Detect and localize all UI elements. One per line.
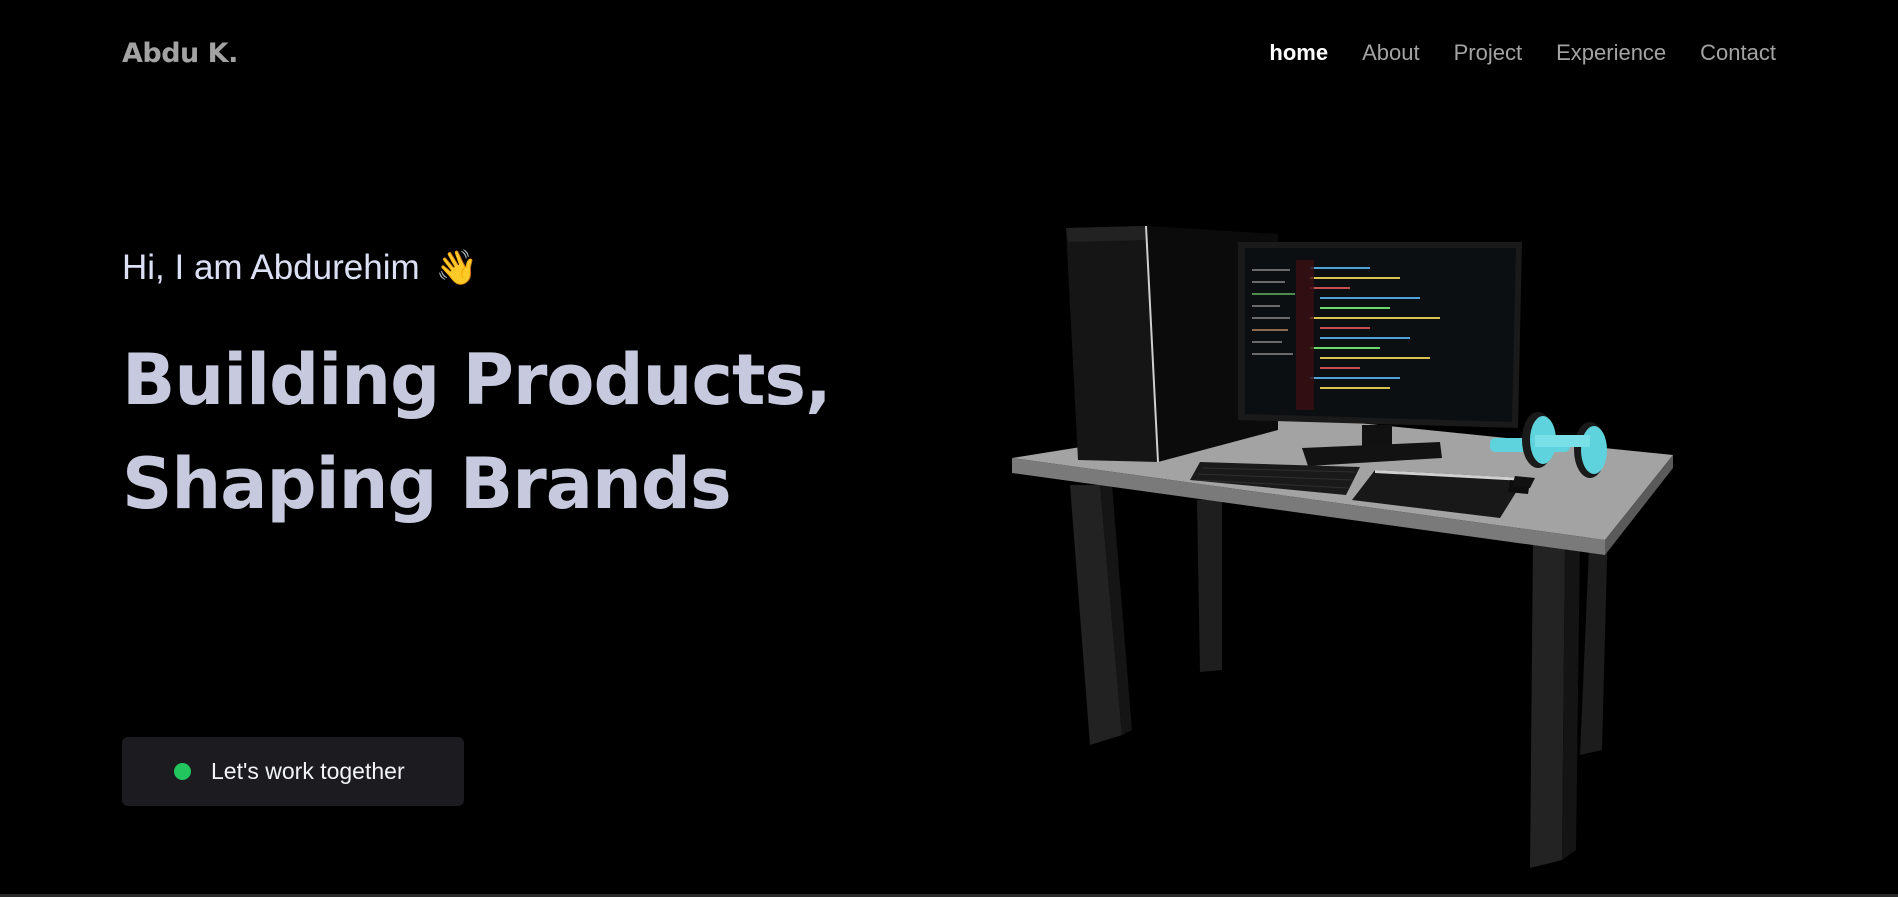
pc-tower-icon [1066, 226, 1158, 462]
headline-line-1: Building Products, [122, 339, 832, 421]
greeting-text: Hi, I am Abdurehim [122, 248, 420, 287]
nav-experience[interactable]: Experience [1556, 40, 1666, 66]
nav-about[interactable]: About [1362, 40, 1420, 66]
hero-headline: Building Products, Shaping Brands [122, 328, 832, 536]
nav-home[interactable]: home [1269, 40, 1328, 66]
nav-project[interactable]: Project [1454, 40, 1522, 66]
desk-leg-back-left [1197, 500, 1222, 672]
nav-contact[interactable]: Contact [1700, 40, 1776, 66]
headline-line-2: Shaping Brands [122, 443, 732, 525]
cta-label: Let's work together [211, 758, 405, 784]
waving-hand-icon: 👋 [435, 249, 478, 287]
desk-setup-illustration [1012, 225, 1673, 868]
portfolio-page: Abdu K. home About Project Experience Co… [0, 0, 1898, 897]
work-together-button[interactable]: Let's work together [122, 737, 464, 806]
desk-leg-front-right [1530, 540, 1565, 868]
status-dot-icon [174, 763, 191, 780]
hero-greeting: Hi, I am Abdurehim 👋 [122, 248, 478, 288]
desk-leg-back-right [1580, 520, 1608, 755]
site-logo[interactable]: Abdu K. [122, 38, 238, 69]
main-nav: home About Project Experience Contact [1269, 40, 1776, 66]
